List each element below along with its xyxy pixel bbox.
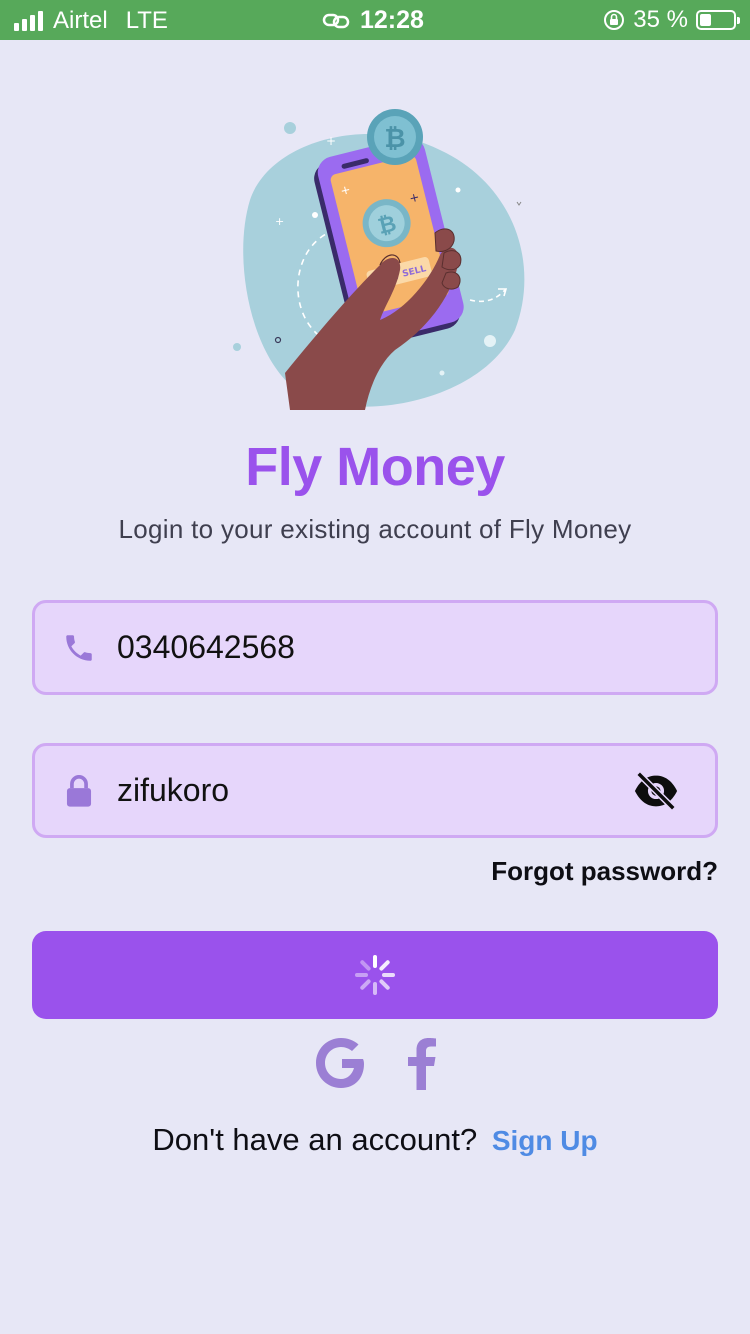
battery-icon [696,10,740,30]
signal-icon [14,11,43,31]
svg-text:+: + [326,134,336,148]
phone-input[interactable] [117,617,715,678]
google-icon[interactable] [314,1036,368,1090]
phone-illustration-icon: ₿ BUY / SELL + + ₿ + + [233,109,525,410]
signup-row: Don't have an account? Sign Up [0,1122,750,1158]
password-field[interactable] [32,743,718,838]
battery-fill [700,14,712,26]
app-subtitle: Login to your existing account of Fly Mo… [118,514,632,544]
social-login [0,1036,750,1092]
battery-percent: 35 % [633,6,688,33]
link-icon [322,13,350,28]
lock-icon [59,771,99,811]
status-left: Airtel LTE [14,7,168,35]
svg-text:+: + [275,215,284,228]
clock: 12:28 [360,6,424,34]
network-type: LTE [125,7,168,34]
spinner-icon [355,955,395,995]
status-right: 35 % [603,6,740,34]
status-bar: Airtel LTE 12:28 35 % [0,0,750,40]
login-button[interactable] [32,931,718,1019]
signup-link[interactable]: Sign Up [492,1125,598,1156]
hero-illustration: ₿ BUY / SELL + + ₿ + + [230,105,530,415]
eye-off-icon[interactable] [631,766,681,816]
carrier-name: Airtel [53,7,108,34]
phone-icon [59,628,99,668]
app-title: Fly Money [245,437,505,497]
password-input[interactable] [117,760,631,821]
forgot-password-link[interactable]: Forgot password? [491,856,718,887]
status-center: 12:28 [322,6,424,35]
rotation-lock-icon [604,10,625,30]
svg-text:₿: ₿ [384,124,405,154]
facebook-icon[interactable] [400,1036,440,1090]
signup-prompt: Don't have an account? [152,1122,478,1157]
phone-field[interactable] [32,600,718,695]
